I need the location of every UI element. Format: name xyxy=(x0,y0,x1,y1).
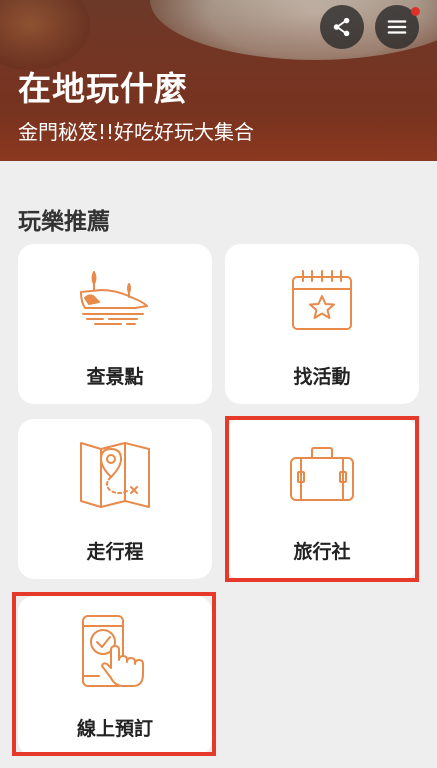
share-button[interactable] xyxy=(320,5,364,49)
header-banner: 在地玩什麼 金門秘笈!!好吃好玩大集合 xyxy=(0,0,437,161)
highlight-box xyxy=(225,416,419,582)
section-title: 玩樂推薦 xyxy=(18,209,110,235)
card-label: 走行程 xyxy=(86,541,144,563)
card-label: 找活動 xyxy=(293,366,351,388)
notification-dot xyxy=(411,7,420,16)
landscape-icon xyxy=(80,271,148,325)
share-icon xyxy=(333,17,350,37)
hamburger-menu-icon xyxy=(387,20,407,34)
card-label: 查景點 xyxy=(86,366,144,388)
page-subtitle: 金門秘笈!!好吃好玩大集合 xyxy=(18,120,255,144)
map-route-icon xyxy=(80,442,150,508)
page-title: 在地玩什麼 xyxy=(18,69,188,108)
highlight-box xyxy=(12,592,216,756)
events-card[interactable]: 找活動 xyxy=(225,244,419,404)
calendar-star-icon xyxy=(292,270,352,330)
attractions-card[interactable]: 查景點 xyxy=(18,244,212,404)
itinerary-card[interactable]: 走行程 xyxy=(18,419,212,579)
